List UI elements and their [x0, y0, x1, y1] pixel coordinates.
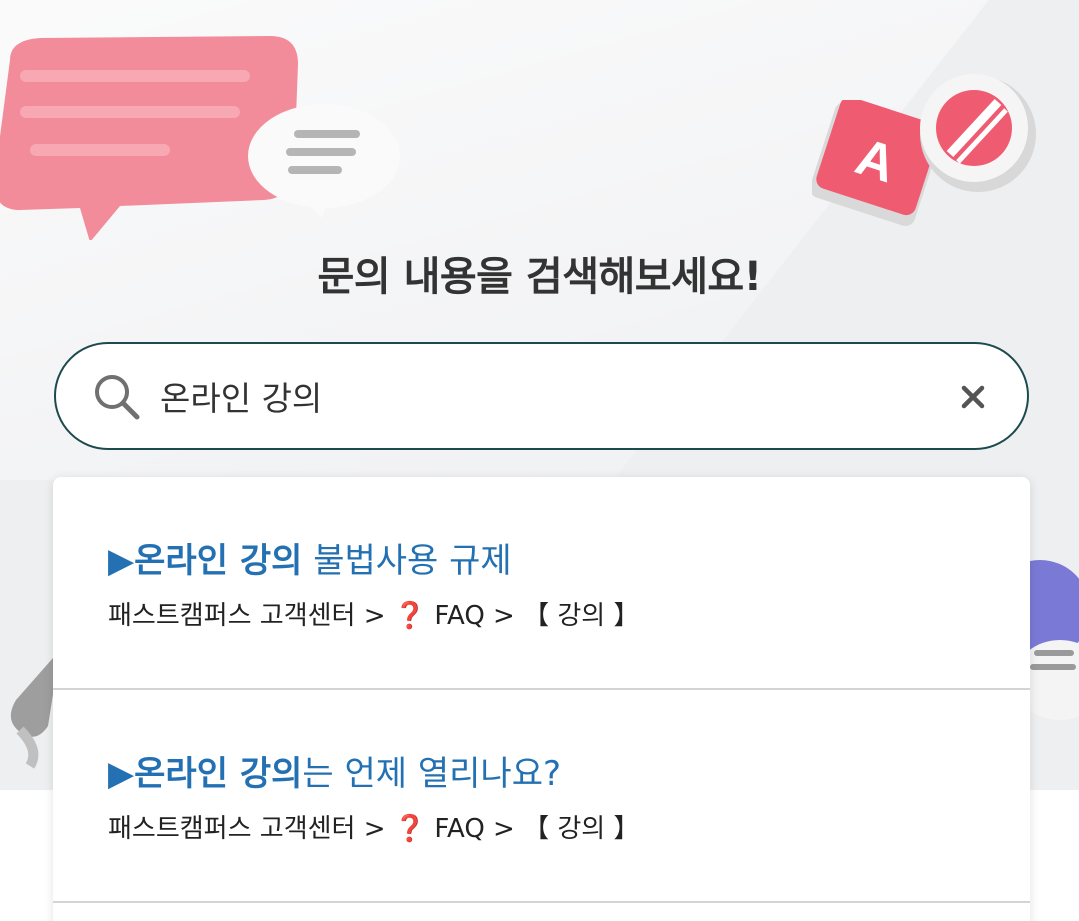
result-title[interactable]: ▶온라인 강의 불법사용 규제: [108, 533, 512, 582]
result-title-rest: 는 언제 열리나요?: [302, 754, 562, 794]
result-title-highlight: 온라인 강의: [134, 754, 303, 794]
breadcrumb-suffix: FAQ > 【 강의 】: [426, 814, 640, 844]
search-box[interactable]: [54, 342, 1029, 450]
result-breadcrumb: 패스트캠퍼스 고객센터 > ❓ FAQ > 【 강의 】: [108, 595, 639, 632]
page-title: 문의 내용을 검색해보세요!: [317, 254, 762, 300]
breadcrumb-suffix: FAQ > 【 강의 】: [426, 601, 640, 631]
play-arrow-icon: ▶: [108, 541, 135, 581]
chat-bubble-icon: [248, 104, 400, 218]
search-results-list: ▶온라인 강의 불법사용 규제 패스트캠퍼스 고객센터 > ❓ FAQ > 【 …: [53, 477, 1030, 921]
question-mark-icon: ❓: [393, 601, 427, 631]
result-title-highlight: 온라인 강의: [134, 541, 303, 581]
play-arrow-icon: ▶: [108, 754, 135, 794]
breadcrumb-prefix: 패스트캠퍼스 고객센터 >: [108, 601, 394, 631]
search-result-item[interactable]: ▶온라인 강의 불법사용 규제 패스트캠퍼스 고객센터 > ❓ FAQ > 【 …: [53, 477, 1030, 690]
question-mark-icon: ❓: [393, 814, 427, 844]
search-input[interactable]: [160, 364, 940, 428]
result-title-rest: 불법사용 규제: [302, 541, 512, 581]
result-title[interactable]: ▶온라인 강의는 언제 열리나요?: [108, 746, 561, 795]
close-icon[interactable]: [956, 380, 990, 414]
search-icon: [95, 375, 140, 420]
no-sign-ball-icon: [920, 74, 1036, 192]
result-breadcrumb: 패스트캠퍼스 고객센터 > ❓ FAQ > 【 강의 】: [108, 808, 639, 845]
breadcrumb-prefix: 패스트캠퍼스 고객센터 >: [108, 814, 394, 844]
search-result-item[interactable]: ▶온라인 강의는 언제 열리나요? 패스트캠퍼스 고객센터 > ❓ FAQ > …: [53, 690, 1030, 903]
